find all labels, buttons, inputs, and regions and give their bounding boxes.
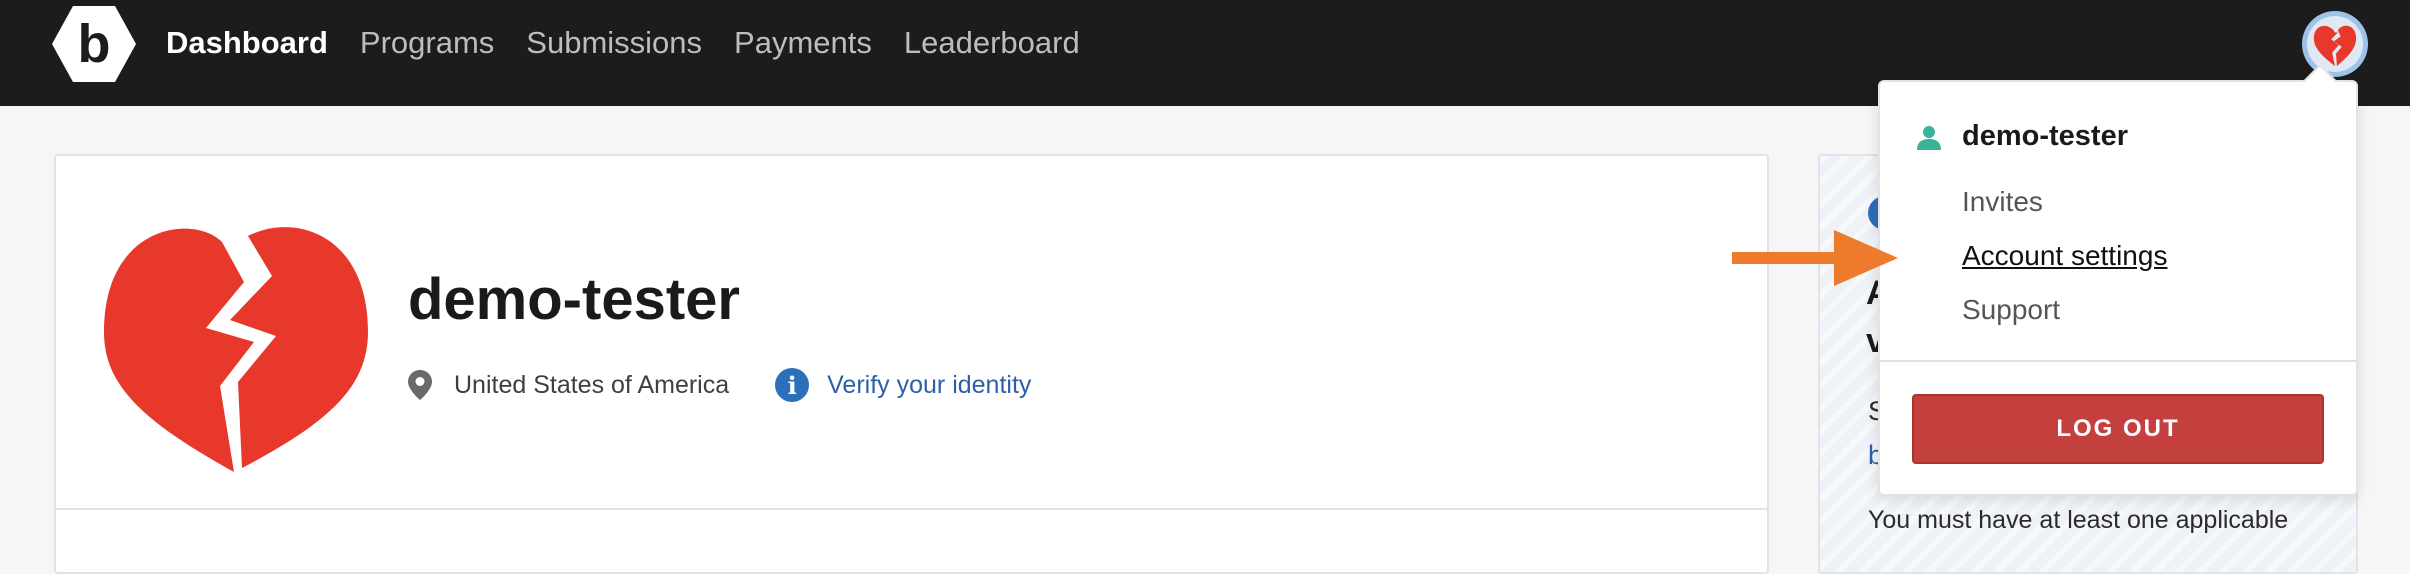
dropdown-user-header: demo-tester <box>1916 120 2128 153</box>
svg-text:b: b <box>78 14 111 74</box>
menu-item-account-settings[interactable]: Account settings <box>1962 240 2167 272</box>
nav-submissions[interactable]: Submissions <box>526 25 702 61</box>
verify-identity-link[interactable]: Verify your identity <box>827 371 1031 400</box>
menu-item-support[interactable]: Support <box>1962 294 2060 326</box>
map-pin-icon <box>408 370 432 400</box>
info-circle-icon: i <box>775 368 810 402</box>
broken-heart-icon <box>2313 25 2357 67</box>
main-nav: Dashboard Programs Submissions Payments … <box>166 0 1080 86</box>
profile-username: demo-tester <box>408 267 740 332</box>
side-card-note: You must have at least one applicable <box>1868 506 2289 534</box>
nav-payments[interactable]: Payments <box>734 25 872 61</box>
dropdown-separator <box>1880 360 2356 362</box>
annotation-arrow-icon <box>1732 230 1898 286</box>
nav-dashboard[interactable]: Dashboard <box>166 25 328 61</box>
user-dropdown-menu: demo-tester Invites Account settings Sup… <box>1878 64 2358 496</box>
profile-meta: United States of America i Verify your i… <box>408 368 1031 402</box>
dropdown-username: demo-tester <box>1962 120 2128 152</box>
card-divider <box>56 508 1767 510</box>
user-icon <box>1917 125 1941 150</box>
nav-programs[interactable]: Programs <box>360 25 494 61</box>
nav-leaderboard[interactable]: Leaderboard <box>904 25 1080 61</box>
logout-button[interactable]: LOG OUT <box>1912 394 2324 464</box>
user-avatar-button[interactable] <box>2302 11 2368 77</box>
menu-item-invites[interactable]: Invites <box>1962 186 2043 218</box>
profile-card: demo-tester United States of America i V… <box>54 154 1769 574</box>
broken-heart-icon <box>104 227 368 472</box>
bugcrowd-logo-icon[interactable]: b <box>52 4 136 84</box>
profile-country: United States of America <box>454 370 730 399</box>
